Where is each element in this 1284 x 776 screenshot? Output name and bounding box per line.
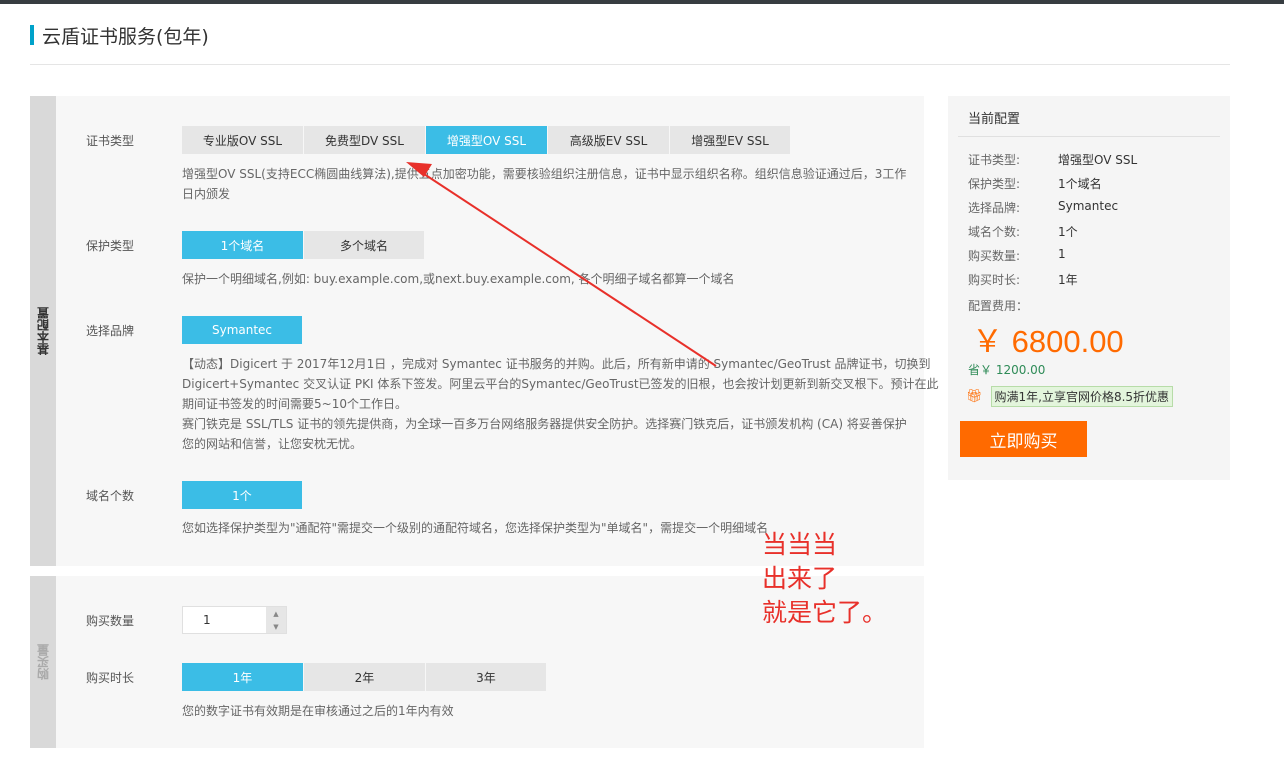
annotation-arrow [406, 162, 717, 367]
annotation-line: 出来了 [762, 564, 838, 593]
annotation-line: 就是它了。 [762, 598, 888, 627]
annotation-text: 当当当 出来了 就是它了。 [762, 528, 887, 630]
annotation-line: 当当当 [762, 530, 838, 559]
